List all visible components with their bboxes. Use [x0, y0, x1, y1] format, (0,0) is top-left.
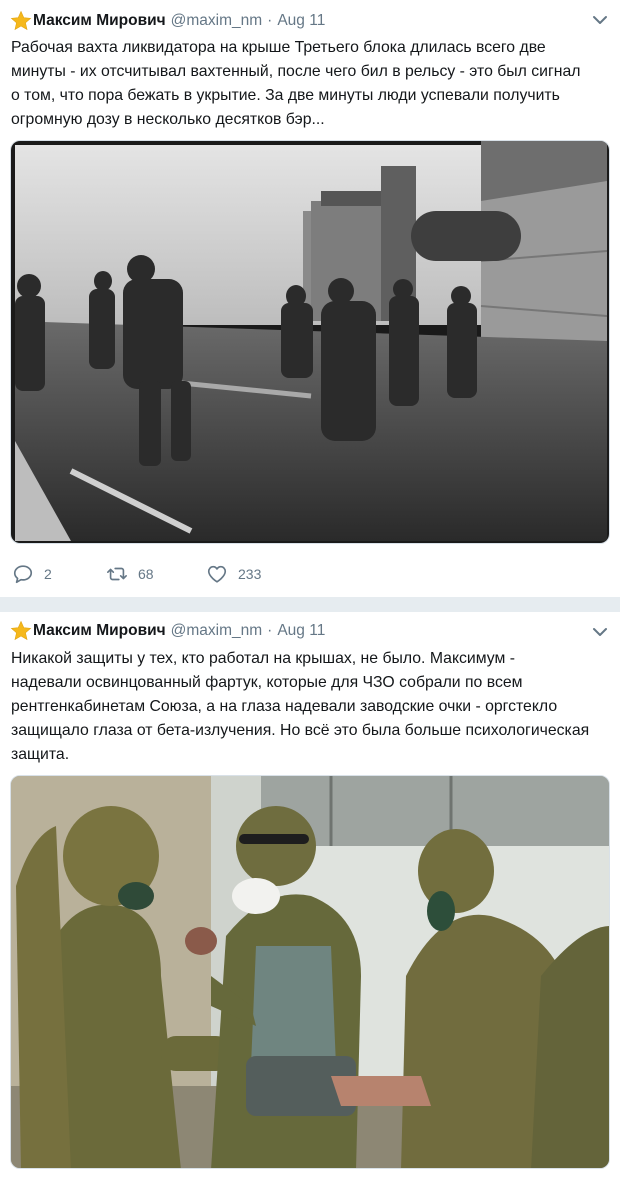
like-button[interactable]: 233: [206, 563, 261, 585]
author-handle[interactable]: @maxim_nm: [171, 622, 263, 640]
tweet-actions: 2 68 233: [12, 562, 297, 586]
retweet-icon: [107, 567, 127, 581]
chevron-down-icon[interactable]: [592, 14, 608, 26]
tweet-header: Максим Мирович @maxim_nm · Aug 11: [10, 10, 325, 32]
tweet-text-line: о том, что пора бежать в укрытие. За две…: [11, 87, 560, 104]
separator-dot: ·: [267, 622, 273, 639]
tweet-photo-color[interactable]: [10, 775, 610, 1169]
tweet-1: Максим Мирович @maxim_nm · Aug 11 Рабоча…: [0, 0, 620, 597]
like-count: 233: [238, 566, 262, 582]
tweet-date[interactable]: Aug 11: [277, 12, 325, 30]
retweet-count: 68: [138, 566, 154, 582]
retweet-button[interactable]: 68: [106, 563, 168, 585]
reply-icon: [13, 565, 33, 584]
tweet-text-line: защищало глаза от бета-излучения. Но всё…: [11, 722, 590, 739]
tweet-header: Максим Мирович @maxim_nm · Aug 11: [10, 620, 325, 642]
author-name[interactable]: Максим Мирович: [33, 622, 166, 640]
tweet-text-line: минуты - их отсчитывал вахтенный, после …: [11, 63, 581, 80]
tweet-text: Рабочая вахта ликвидатора на крыше Треть…: [11, 36, 611, 132]
tweet-date[interactable]: Aug 11: [277, 622, 325, 640]
heart-icon: [207, 565, 227, 583]
star-icon: [10, 620, 32, 641]
chevron-down-icon[interactable]: [592, 626, 608, 638]
tweet-text-line: защита.: [11, 746, 70, 763]
tweet-text-line: Рабочая вахта ликвидатора на крыше Треть…: [11, 39, 546, 56]
author-name[interactable]: Максим Мирович: [33, 12, 166, 30]
tweet-text-line: Никакой защиты у тех, кто работал на кры…: [11, 650, 516, 667]
reply-button[interactable]: 2: [12, 563, 72, 585]
tweet-2: Максим Мирович @maxim_nm · Aug 11 Никако…: [0, 612, 620, 1182]
tweet-text-line: рентгенкабинетам Союза, а на глаза надев…: [11, 698, 558, 715]
tweet-separator: [0, 597, 620, 612]
liquidators-dressing-photo: [11, 776, 609, 1168]
reply-count: 2: [44, 566, 52, 582]
rooftop-liquidators-photo: [11, 141, 609, 543]
separator-dot: ·: [267, 12, 273, 29]
tweet-text-line: надевали освинцованный фартук, которые д…: [11, 674, 523, 691]
tweet-photo-bw[interactable]: [10, 140, 610, 544]
author-handle[interactable]: @maxim_nm: [171, 12, 263, 30]
tweet-text-line: огромную дозу в несколько десятков бэр..…: [11, 111, 325, 128]
tweet-text: Никакой защиты у тех, кто работал на кры…: [11, 647, 611, 767]
star-icon: [10, 10, 32, 31]
